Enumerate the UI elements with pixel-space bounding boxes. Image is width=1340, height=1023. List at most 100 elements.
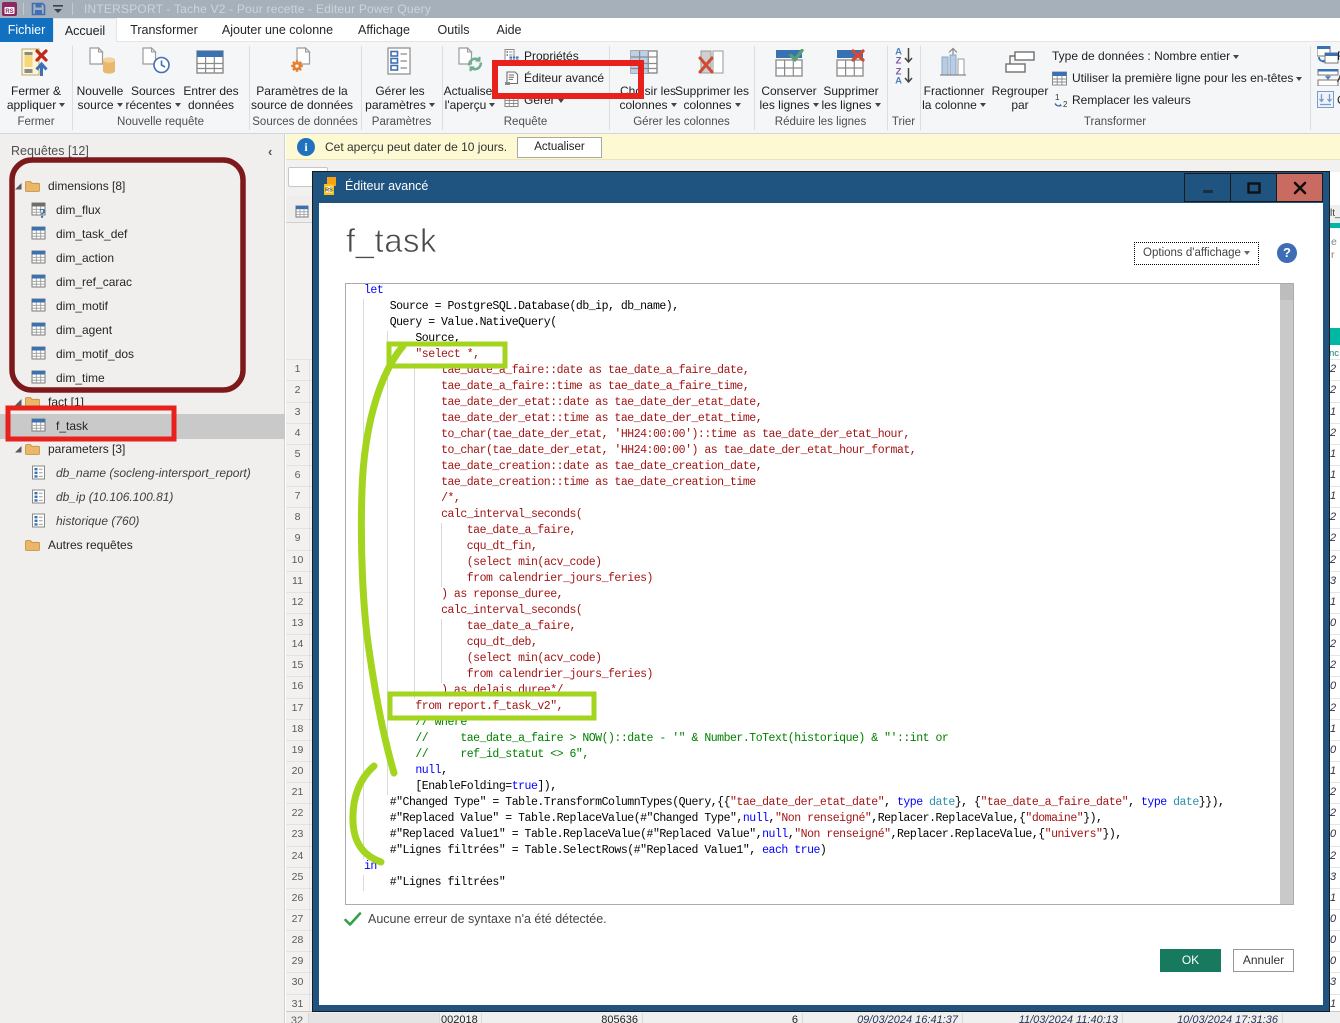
tree-item-db_name[interactable]: db_name (socleng-intersport_report)	[0, 461, 285, 485]
tab-ajouter-une-colonne[interactable]: Ajouter une colonne	[210, 18, 345, 42]
expand-triangle-icon[interactable]	[14, 182, 23, 191]
cancel-button[interactable]: Annuler	[1233, 949, 1294, 972]
minimize-button[interactable]	[1184, 173, 1231, 202]
cell-digit-fragment: 2	[1330, 659, 1340, 671]
row-number: 22	[286, 807, 309, 819]
code-line: Query = Value.NativeQuery(	[364, 315, 557, 331]
queries-panel-title: Requêtes [12]	[11, 144, 89, 158]
scrollbar-thumb[interactable]	[1280, 284, 1293, 300]
ribbon-group-label: Requête	[442, 116, 609, 128]
row-separator	[1329, 444, 1340, 445]
tree-item-label: parameters [3]	[48, 442, 125, 456]
row-separator	[1329, 380, 1340, 381]
grid-corner-cell[interactable]	[286, 196, 313, 223]
row-separator	[1329, 824, 1340, 825]
row-number: 5	[286, 448, 309, 460]
properties-button[interactable]: Propriétés	[524, 49, 579, 63]
quick-access-menu-icon[interactable]	[52, 5, 65, 14]
code-line: #"Lignes filtrées" = Table.SelectRows(#"…	[364, 843, 826, 859]
collapse-panel-button[interactable]: ‹	[268, 144, 272, 159]
tree-item-dimensions[interactable]: dimensions [8]	[0, 174, 285, 198]
code-line: tae_date_creation::time as tae_date_crea…	[364, 475, 756, 491]
bottom-cell-value: 11/03/2024 11:40:13	[962, 1014, 1118, 1023]
ok-button[interactable]: OK	[1160, 949, 1221, 972]
right-subheader-fragment: nc	[1329, 348, 1339, 359]
tree-item-fact[interactable]: fact [1]	[0, 390, 285, 414]
refresh-preview-icon	[458, 47, 488, 78]
tree-item-label: dimensions [8]	[48, 179, 125, 193]
enter-data-icon	[196, 48, 225, 77]
tree-item-dim_motif_dos[interactable]: dim_motif_dos	[0, 342, 285, 366]
code-line: from report.f_task_v2",	[364, 699, 563, 715]
data-type-button[interactable]: Type de données : Nombre entier	[1052, 49, 1239, 63]
save-icon[interactable]	[31, 2, 46, 16]
keep-rows-icon	[775, 49, 804, 77]
advanced-editor-button[interactable]: Éditeur avancé	[524, 71, 604, 85]
refresh-preview-button[interactable]: Actualiser l'aperçu	[400, 85, 540, 112]
tab-affichage[interactable]: Affichage	[345, 18, 423, 42]
expand-triangle-icon[interactable]	[14, 445, 23, 454]
expand-triangle-icon[interactable]	[14, 398, 23, 407]
tree-item-parameters[interactable]: parameters [3]	[0, 437, 285, 461]
cell-digit-fragment: 0	[1330, 955, 1340, 967]
cell-digit-fragment: 1	[1330, 490, 1340, 502]
divider	[23, 3, 24, 15]
ribbon-group-label: Paramètres	[361, 116, 442, 128]
svg-text:1: 1	[1055, 93, 1060, 102]
tree-item-dim_action[interactable]: dim_action	[0, 246, 285, 270]
help-icon[interactable]: ?	[1277, 243, 1297, 263]
code-scrollbar[interactable]	[1280, 284, 1293, 904]
refresh-banner-button[interactable]: Actualiser	[517, 137, 602, 158]
row-separator	[1329, 486, 1340, 487]
code-line: cqu_dt_fin,	[364, 539, 537, 555]
row-separator	[1329, 972, 1340, 973]
code-lines: let Source = PostgreSQL.Database(db_ip, …	[345, 283, 1279, 904]
ribbon-group-separator	[1310, 46, 1311, 130]
row-separator	[1329, 909, 1340, 910]
manage-button[interactable]: Gérer	[524, 93, 564, 107]
tree-item-dim_ref_carac[interactable]: dim_ref_carac	[0, 270, 285, 294]
svg-text:RS: RS	[325, 188, 333, 194]
maximize-button[interactable]	[1230, 173, 1277, 202]
tree-item-label: dim_ref_carac	[56, 275, 132, 289]
row-number: 28	[286, 934, 309, 946]
indent-guide	[363, 875, 364, 891]
group-by-button[interactable]: Regrouper par	[950, 85, 1090, 112]
display-options-label: Options d'affichage	[1143, 247, 1241, 259]
tab-transformer[interactable]: Transformer	[125, 18, 203, 42]
query-table-icon	[31, 322, 48, 339]
query-table-icon	[31, 346, 48, 363]
tree-item-dim_time[interactable]: dim_time	[0, 366, 285, 390]
tree-item-dim_flux[interactable]: ?dim_flux	[0, 198, 285, 222]
row-number: 3	[286, 406, 309, 418]
tree-item-f_task[interactable]: f_task	[0, 414, 285, 438]
close-button[interactable]	[1276, 173, 1323, 202]
tree-item-dim_task_def[interactable]: dim_task_def	[0, 222, 285, 246]
bottom-row-number: 32	[286, 1015, 308, 1023]
tab-outils[interactable]: Outils	[425, 18, 482, 42]
svg-text:A: A	[895, 76, 902, 85]
close-and-apply-icon	[21, 48, 50, 79]
code-line: (select min(acv_code)	[364, 555, 602, 571]
row-number: 2	[286, 384, 309, 396]
query-question-icon: ?	[31, 202, 48, 219]
tree-item-historique[interactable]: historique (760)	[0, 509, 285, 533]
display-options-dropdown[interactable]: Options d'affichage	[1134, 242, 1259, 265]
first-row-headers-button[interactable]: Utiliser la première ligne pour les en-t…	[1072, 71, 1302, 85]
tab-accueil[interactable]: Accueil	[53, 18, 117, 42]
tree-item-dim_agent[interactable]: dim_agent	[0, 318, 285, 342]
tree-item-Autres[interactable]: Autres requêtes	[0, 533, 285, 557]
chevron-down-icon	[1233, 55, 1239, 59]
svg-text:?: ?	[39, 207, 46, 219]
tab-aide[interactable]: Aide	[482, 18, 536, 42]
tab-fichier[interactable]: Fichier	[0, 18, 53, 42]
row-separator	[1329, 867, 1340, 868]
replace-values-button[interactable]: Remplacer les valeurs	[1072, 93, 1191, 107]
bottom-cell-value: 002018	[441, 1014, 477, 1023]
ribbon-group-label: Réduire les lignes	[754, 116, 887, 128]
row-separator	[1329, 719, 1340, 720]
parameter-icon	[31, 465, 48, 482]
tree-item-db_ip[interactable]: db_ip (10.106.100.81)	[0, 485, 285, 509]
tree-item-dim_motif[interactable]: dim_motif	[0, 294, 285, 318]
group-by-icon	[1005, 51, 1035, 73]
